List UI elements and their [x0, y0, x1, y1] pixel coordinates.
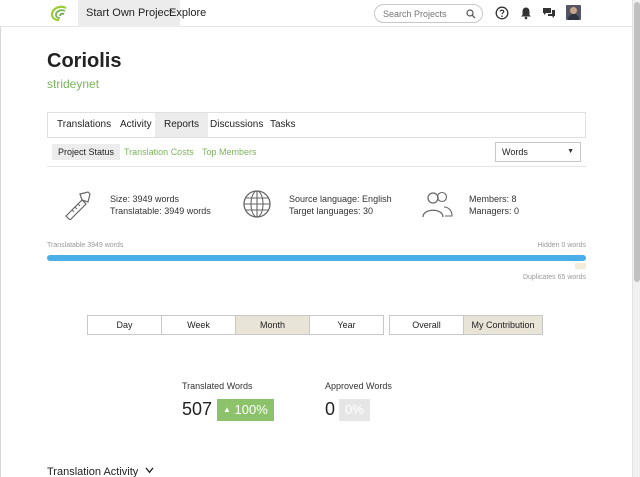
approved-words-percent: 0%: [345, 402, 364, 417]
translated-words-label: Translated Words: [182, 381, 253, 391]
period-week-button[interactable]: Week: [162, 316, 236, 334]
period-toggle: Day Week Month Year: [87, 315, 384, 335]
period-day-button[interactable]: Day: [88, 316, 162, 334]
stat-target-languages: Target languages: 30: [289, 206, 374, 216]
page-scrollbar[interactable]: [632, 0, 640, 477]
unit-select-value: Words: [502, 147, 528, 157]
members-icon: [422, 191, 453, 218]
project-tabs: Translations Activity Reports Discussion…: [47, 112, 586, 138]
crowdin-logo-icon[interactable]: [50, 5, 68, 21]
approved-words-label: Approved Words: [325, 381, 392, 391]
scope-my-contribution-button[interactable]: My Contribution: [464, 316, 542, 334]
subnav-project-status[interactable]: Project Status: [52, 144, 121, 160]
translated-words-badge: ▲ 100%: [217, 399, 274, 421]
arrow-up-icon: ▲: [223, 405, 231, 414]
search-box[interactable]: [374, 4, 483, 23]
frame-edge: [0, 0, 1, 477]
top-bar: Start Own Project Explore: [0, 0, 632, 27]
progress-bar: [47, 255, 586, 261]
stat-translatable: Translatable: 3949 words: [110, 206, 211, 216]
caliper-icon: [65, 191, 91, 220]
globe-icon: [243, 190, 271, 218]
notifications-bell-icon[interactable]: [519, 6, 533, 20]
chevron-down-icon: ▼: [567, 148, 574, 155]
period-year-button[interactable]: Year: [310, 316, 383, 334]
help-icon[interactable]: [495, 6, 509, 20]
progress-duplicates-label: Duplicates 65 words: [522, 274, 586, 281]
stat-members: Members: 8: [469, 194, 517, 204]
progress-translatable-label: Translatable 3949 words: [47, 242, 124, 249]
stat-source-language: Source language: English: [289, 194, 392, 204]
chevron-down-icon[interactable]: [145, 467, 154, 474]
tab-tasks[interactable]: Tasks: [261, 113, 305, 137]
messages-icon[interactable]: [542, 6, 556, 20]
translated-words-percent: 100%: [234, 402, 268, 417]
approved-words-value: 0: [325, 399, 336, 419]
translation-activity-heading[interactable]: Translation Activity: [47, 466, 154, 477]
progress-bar-fill: [47, 255, 586, 261]
scope-toggle: Overall My Contribution: [389, 315, 543, 335]
explore-link[interactable]: Explore: [161, 0, 214, 27]
reports-subnav: Project Status Translation Costs Top Mem…: [47, 138, 586, 167]
unit-select[interactable]: Words ▼: [495, 142, 581, 162]
stat-size: Size: 3949 words: [110, 194, 180, 204]
period-month-button[interactable]: Month: [236, 316, 310, 334]
scrollbar-thumb[interactable]: [634, 2, 640, 282]
project-title: Coriolis: [47, 50, 122, 72]
tab-activity[interactable]: Activity: [111, 113, 161, 137]
stat-managers: Managers: 0: [469, 206, 520, 216]
project-owner-link[interactable]: strideynet: [47, 77, 99, 91]
scope-overall-button[interactable]: Overall: [390, 316, 464, 334]
approved-words-badge: 0%: [339, 399, 370, 421]
subnav-top-members[interactable]: Top Members: [196, 144, 263, 160]
translated-words-value: 507: [182, 399, 213, 419]
search-input[interactable]: [383, 7, 463, 20]
progress-hidden-label: Hidden 0 words: [537, 242, 586, 249]
subnav-translation-costs[interactable]: Translation Costs: [118, 144, 200, 160]
duplicates-bar: [575, 263, 586, 269]
translation-activity-title: Translation Activity: [47, 466, 139, 477]
tab-translations[interactable]: Translations: [48, 113, 120, 137]
search-icon[interactable]: [466, 9, 476, 19]
user-avatar[interactable]: [566, 5, 581, 20]
